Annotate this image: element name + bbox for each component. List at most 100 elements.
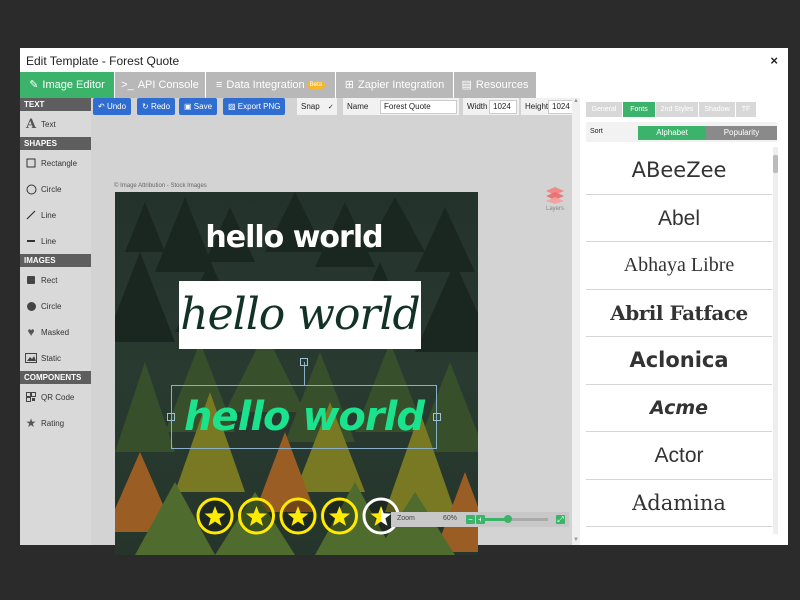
font-list-scrollbar[interactable] (773, 147, 778, 534)
redo-button[interactable]: ↻ Redo (137, 98, 176, 115)
tool-line-diagonal[interactable]: Line (20, 202, 91, 228)
zoom-slider-handle[interactable] (503, 515, 512, 523)
save-button[interactable]: ▣ Save (179, 98, 218, 115)
tool-image-rect[interactable]: Rect (20, 267, 91, 293)
zoom-out-button[interactable]: − (466, 515, 475, 524)
tool-circle[interactable]: Circle (20, 176, 91, 202)
tab-data-integration[interactable]: ≡ Data Integration Beta (206, 72, 336, 98)
font-item-acme[interactable]: Acme (586, 385, 772, 432)
tool-image-masked[interactable]: ♥ Masked (20, 319, 91, 345)
tab-label: Image Editor (42, 79, 105, 91)
rating-star[interactable] (279, 497, 317, 535)
tab-2nd-styles[interactable]: 2nd Styles (656, 102, 698, 117)
redo-icon: ↻ (142, 102, 149, 111)
edit-template-modal: Edit Template - Forest Quote × ✎ Image Ed… (20, 48, 788, 555)
workspace-scrollbar[interactable]: ▲ ▼ (572, 98, 580, 545)
terminal-icon: >_ (121, 79, 134, 91)
export-png-button[interactable]: ▨ Export PNG (223, 98, 286, 115)
canvas-text-script[interactable]: hello world (179, 281, 421, 349)
layers-button[interactable]: Layers (544, 186, 566, 212)
database-icon: ≡ (215, 79, 223, 91)
rectangle-icon (24, 158, 38, 168)
scroll-up-arrow[interactable]: ▲ (572, 98, 580, 104)
rating-star[interactable] (321, 497, 358, 535)
font-item-abel[interactable]: Abel (586, 195, 772, 242)
font-item-actor[interactable]: Actor (586, 432, 772, 480)
tab-zapier-integration[interactable]: ⊞ Zapier Integration (336, 72, 454, 98)
diagonal-line-icon (24, 210, 38, 220)
title-bar: Edit Template - Forest Quote × (20, 48, 788, 72)
font-list-scroll-thumb[interactable] (773, 155, 778, 173)
tool-line-horizontal[interactable]: Line (20, 228, 91, 254)
canvas-workspace: ↶ Undo ↻ Redo ▣ Save ▨ Export PNG Snap ✓… (91, 98, 578, 555)
canvas-text-selected[interactable]: hello world (171, 385, 437, 449)
sort-popularity-button[interactable]: Popularity (706, 126, 777, 140)
rating-star[interactable] (238, 497, 275, 535)
tab-api-console[interactable]: >_ API Console (115, 72, 206, 98)
tab-general[interactable]: General (586, 102, 622, 117)
text-icon: A (25, 116, 37, 132)
rotate-handle[interactable] (300, 358, 308, 366)
tool-label: Text (41, 119, 56, 129)
tool-label: Line (41, 236, 57, 246)
font-item-adamina[interactable]: Adamina (586, 480, 772, 527)
star-icon: ★ (25, 416, 37, 430)
section-text: TEXT (20, 98, 91, 111)
rating-component[interactable] (195, 496, 401, 536)
undo-button[interactable]: ↶ Undo (93, 98, 132, 115)
tab-image-editor[interactable]: ✎ Image Editor (20, 72, 115, 98)
canvas-text-heading[interactable]: hello world (115, 220, 473, 255)
width-input[interactable]: 1024 (489, 100, 517, 114)
image-icon (24, 353, 38, 363)
snap-toggle[interactable]: Snap ✓ (297, 98, 337, 115)
element-sidebar: TEXT A Text SHAPES Rectangle Circle Line… (20, 98, 91, 545)
tool-text[interactable]: A Text (20, 111, 91, 137)
font-sort-bar: Sort Alphabet Popularity (586, 122, 777, 142)
qr-code-icon (24, 392, 38, 402)
tool-label: QR Code (41, 392, 75, 402)
tool-label: Line (41, 210, 57, 220)
tool-label: Rect (41, 275, 58, 285)
font-item-abril-fatface[interactable]: Abril Fatface (586, 290, 772, 337)
snap-label: Snap (301, 102, 320, 111)
tool-rating[interactable]: ★ Rating (20, 410, 91, 436)
layers-icon (546, 187, 564, 204)
tab-label: Data Integration (226, 79, 305, 91)
font-item-abhaya-libre[interactable]: Abhaya Libre (586, 242, 772, 290)
scroll-down-arrow[interactable]: ▼ (572, 537, 580, 543)
rating-star[interactable] (196, 497, 234, 535)
sort-alphabet-button[interactable]: Alphabet (638, 126, 706, 140)
snap-checkbox[interactable]: ✓ (328, 104, 334, 111)
tab-shadow[interactable]: Shadow (699, 102, 735, 117)
close-icon[interactable]: × (770, 53, 778, 68)
zoom-fit-button[interactable]: ⤢ (556, 515, 565, 524)
tool-qr-code[interactable]: QR Code (20, 384, 91, 410)
design-canvas[interactable]: hello world hello world hello world (115, 192, 478, 555)
tab-resources[interactable]: ▤ Resources (454, 72, 537, 98)
tab-label: Zapier Integration (358, 79, 445, 91)
height-label: Height (525, 102, 549, 111)
tab-bar: ✎ Image Editor >_ API Console ≡ Data Integr… (20, 72, 788, 98)
section-shapes: SHAPES (20, 137, 91, 150)
tool-rectangle[interactable]: Rectangle (20, 150, 91, 176)
tab-fonts[interactable]: Fonts (623, 102, 655, 117)
tool-label: Rectangle (41, 158, 78, 168)
tool-image-circle[interactable]: Circle (20, 293, 91, 319)
pencil-icon: ✎ (29, 79, 39, 91)
undo-icon: ↶ (98, 102, 105, 111)
circle-icon (24, 184, 38, 195)
book-icon: ▤ (461, 79, 472, 91)
properties-panel: General Fonts 2nd Styles Shadow TF Sort … (586, 102, 778, 545)
tool-image-static[interactable]: Static (20, 345, 91, 371)
font-item-aclonica[interactable]: Aclonica (586, 337, 772, 385)
tab-tf[interactable]: TF (736, 102, 756, 117)
tool-label: Circle (41, 184, 62, 194)
undo-label: Undo (106, 102, 127, 111)
font-item-abeezee[interactable]: ABeeZee (586, 147, 772, 195)
filled-circle-icon (24, 301, 38, 312)
tool-label: Static (41, 353, 62, 363)
filled-square-icon (24, 275, 38, 285)
grid-icon: ⊞ (344, 79, 354, 91)
name-input[interactable]: Forest Quote (380, 100, 457, 114)
name-label: Name (347, 102, 369, 111)
